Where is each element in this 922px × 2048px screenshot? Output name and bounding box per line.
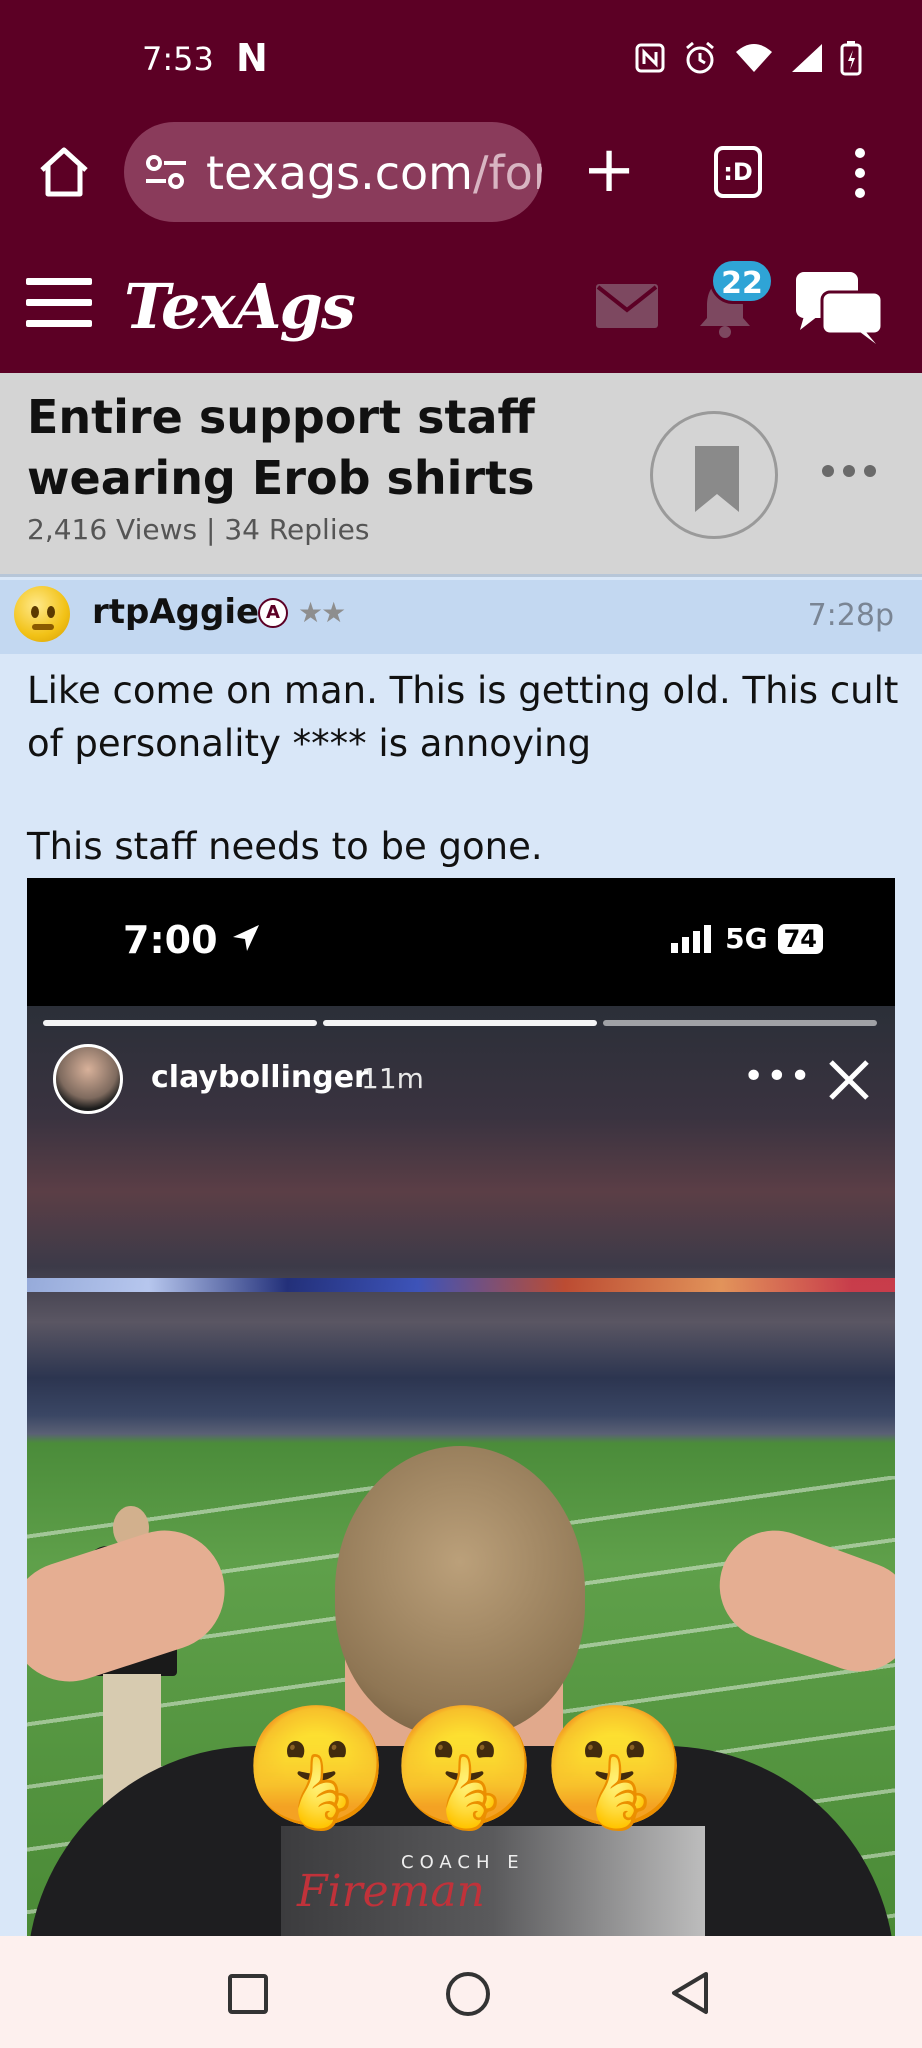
shirt-script-text: Fireman [297,1866,485,1917]
embedded-battery: 74 [777,923,823,954]
stadium-photo: claybollinger 11m ••• COACH E Fireman 🤫 … [27,1006,895,1936]
recents-button[interactable] [228,1974,268,2014]
story-progress-bars [43,1020,877,1026]
android-nav-bar [0,1936,922,2048]
hamburger-menu-icon[interactable] [26,278,92,328]
thread-title: Entire support staff wearing Erob shirts [27,390,535,505]
back-icon[interactable] [668,1970,710,2016]
tab-switcher-button[interactable]: :D [714,146,762,198]
url-text[interactable]: texags.com/for [206,146,542,200]
post-text-paragraph-2: This staff needs to be gone. [27,825,543,868]
thread-header: Entire support staff wearing Erob shirts… [0,373,922,577]
home-button[interactable] [446,1972,490,2016]
story-age: 11m [361,1062,424,1095]
post-body: Like come on man. This is getting old. T… [27,664,907,873]
embedded-signal: 5G 74 [671,922,823,955]
site-logo[interactable]: TexAgs [124,270,356,343]
url-host: texags.com [206,146,473,200]
wifi-icon [736,44,772,72]
embedded-status-bar: 7:00 5G 74 [27,878,895,1006]
site-nav: TexAgs 22 [0,250,922,370]
shushing-emoji: 🤫 [243,1697,390,1835]
new-tab-button[interactable]: + [582,138,636,202]
username[interactable]: rtpAggie [92,592,259,632]
story-avatar [53,1044,123,1114]
nfc-icon [635,43,665,73]
shirt-print: COACH E Fireman [281,1826,705,1936]
signal-icon [792,44,822,72]
shushing-emoji: 🤫 [391,1697,538,1835]
status-icons [634,40,862,76]
screen: 7:53 N texags.com/for + :D TexAgs [0,0,922,2048]
browser-chrome: 7:53 N texags.com/for + :D TexAgs [0,0,922,373]
browser-menu-icon[interactable] [848,146,872,200]
star-rating: ★★ [298,596,346,629]
story-close-icon [829,1060,869,1100]
rank-badge: A [258,598,288,628]
bookmark-icon [695,446,739,512]
stadium-ribbon-board [27,1278,895,1292]
more-options-icon[interactable] [820,461,878,481]
embedded-time: 7:00 [123,918,261,962]
shushing-emoji: 🤫 [541,1697,688,1835]
post-header: rtpAggie A ★★ 7:28p [0,580,922,654]
mail-icon[interactable] [596,284,658,328]
status-time: 7:53 [142,40,214,78]
avatar[interactable] [14,586,70,642]
thread-stats: 2,416 Views | 34 Replies [27,513,370,546]
person-head [335,1446,585,1736]
story-more-icon: ••• [743,1056,813,1097]
status-bar: 7:53 N [0,0,922,122]
home-icon[interactable] [36,144,92,200]
story-username: claybollinger [151,1060,369,1095]
chat-icon[interactable] [796,272,882,344]
news-app-icon: N [236,36,268,80]
embedded-image[interactable]: 7:00 5G 74 claybollinger 11m ••• COACH E… [27,878,895,1936]
alarm-icon [686,41,714,74]
location-arrow-icon [232,925,259,951]
url-row: texags.com/for + :D [0,122,922,222]
bookmark-button[interactable] [650,411,778,539]
url-path: /for [472,146,542,200]
cell-bars-icon [671,924,712,953]
notification-count-badge[interactable]: 22 [710,258,774,304]
address-bar[interactable]: texags.com/for [124,122,542,222]
battery-icon [840,41,862,76]
post-text-paragraph-1: Like come on man. This is getting old. T… [27,669,899,765]
embedded-network: 5G [725,922,768,955]
post-time: 7:28p [807,598,894,633]
site-settings-icon[interactable] [144,152,188,192]
